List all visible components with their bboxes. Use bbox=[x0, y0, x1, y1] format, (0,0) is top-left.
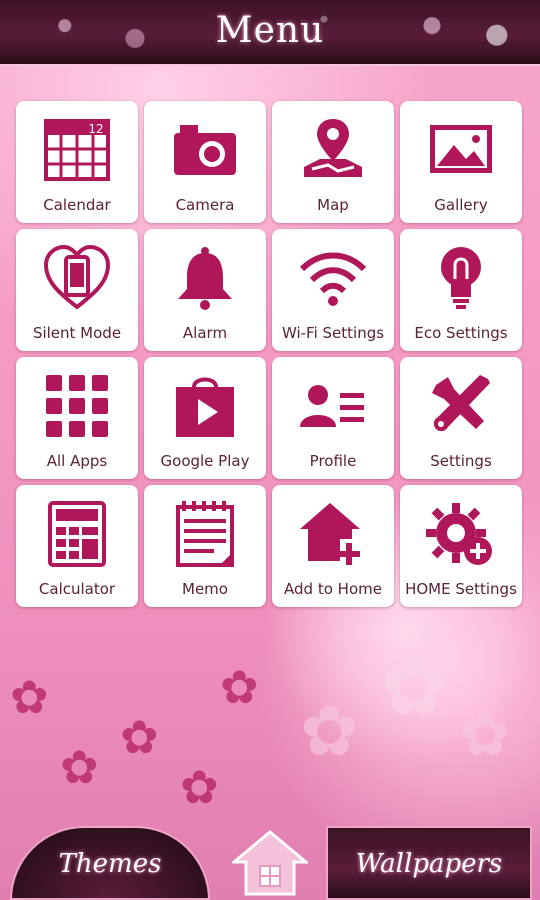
calculator-icon bbox=[48, 501, 106, 567]
tile-label: All Apps bbox=[46, 452, 108, 470]
tile-label: Add to Home bbox=[284, 580, 382, 598]
themes-button[interactable]: Themes bbox=[10, 826, 210, 900]
gear-plus-icon bbox=[426, 503, 492, 565]
tile-gallery[interactable]: Gallery bbox=[400, 101, 522, 223]
camera-icon bbox=[174, 125, 236, 175]
calendar-icon: 12 bbox=[44, 119, 110, 181]
tile-google-play[interactable]: Google Play bbox=[144, 357, 266, 479]
tile-label: Alarm bbox=[182, 324, 228, 342]
tile-map[interactable]: Map bbox=[272, 101, 394, 223]
lightbulb-icon bbox=[441, 247, 481, 309]
page-title: Menu bbox=[215, 10, 325, 51]
profile-icon bbox=[300, 385, 364, 427]
tile-label: Memo bbox=[182, 580, 228, 598]
tile-camera[interactable]: Camera bbox=[144, 101, 266, 223]
svg-text:12: 12 bbox=[88, 122, 103, 136]
tile-label: Gallery bbox=[434, 196, 488, 214]
bottom-bar: Themes Wallpapers bbox=[0, 820, 540, 900]
gallery-icon bbox=[430, 125, 492, 173]
tile-label: Calculator bbox=[38, 580, 116, 598]
sakura-decoration: ✿ ✿ ✿ ✿ ✿ ✿ ✿ ✿ bbox=[0, 620, 540, 820]
flower-icon: ✿ bbox=[300, 690, 359, 772]
tools-icon bbox=[432, 375, 490, 432]
flower-icon: ✿ bbox=[380, 640, 448, 733]
header-bar: Menu bbox=[0, 0, 540, 66]
tile-alarm[interactable]: Alarm bbox=[144, 229, 266, 351]
wifi-icon bbox=[299, 252, 367, 306]
silent-mode-icon bbox=[43, 244, 111, 310]
tile-eco-settings[interactable]: Eco Settings bbox=[400, 229, 522, 351]
tile-all-apps[interactable]: All Apps bbox=[16, 357, 138, 479]
tile-home-settings[interactable]: HOME Settings bbox=[400, 485, 522, 607]
tile-label: Google Play bbox=[160, 452, 250, 470]
tile-label: Silent Mode bbox=[32, 324, 122, 342]
tile-label: Calendar bbox=[43, 196, 111, 214]
bell-icon bbox=[178, 247, 232, 310]
tile-add-to-home[interactable]: Add to Home bbox=[272, 485, 394, 607]
map-icon bbox=[304, 119, 362, 177]
tile-profile[interactable]: Profile bbox=[272, 357, 394, 479]
flower-icon: ✿ bbox=[180, 760, 219, 814]
flower-icon: ✿ bbox=[120, 710, 159, 764]
tile-label: Settings bbox=[430, 452, 492, 470]
play-store-icon bbox=[176, 377, 234, 437]
tile-label: Eco Settings bbox=[414, 324, 508, 342]
add-home-icon bbox=[300, 503, 360, 565]
apps-grid-icon bbox=[46, 375, 108, 437]
tile-settings[interactable]: Settings bbox=[400, 357, 522, 479]
tile-calculator[interactable]: Calculator bbox=[16, 485, 138, 607]
memo-icon bbox=[176, 501, 234, 567]
wallpapers-button[interactable]: Wallpapers bbox=[326, 826, 532, 900]
flower-icon: ✿ bbox=[10, 670, 49, 724]
tile-silent-mode[interactable]: Silent Mode bbox=[16, 229, 138, 351]
tile-label: HOME Settings bbox=[405, 580, 517, 598]
tile-label: Map bbox=[317, 196, 349, 214]
home-button[interactable] bbox=[232, 830, 308, 896]
flower-icon: ✿ bbox=[60, 740, 99, 794]
tile-wifi-settings[interactable]: Wi-Fi Settings bbox=[272, 229, 394, 351]
tile-label: Profile bbox=[309, 452, 357, 470]
flower-icon: ✿ bbox=[220, 660, 259, 714]
tile-calendar[interactable]: 12 Calendar bbox=[16, 101, 138, 223]
tile-label: Wi-Fi Settings bbox=[281, 324, 385, 342]
flower-icon: ✿ bbox=[460, 700, 511, 770]
tile-label: Camera bbox=[175, 196, 235, 214]
tile-memo[interactable]: Memo bbox=[144, 485, 266, 607]
